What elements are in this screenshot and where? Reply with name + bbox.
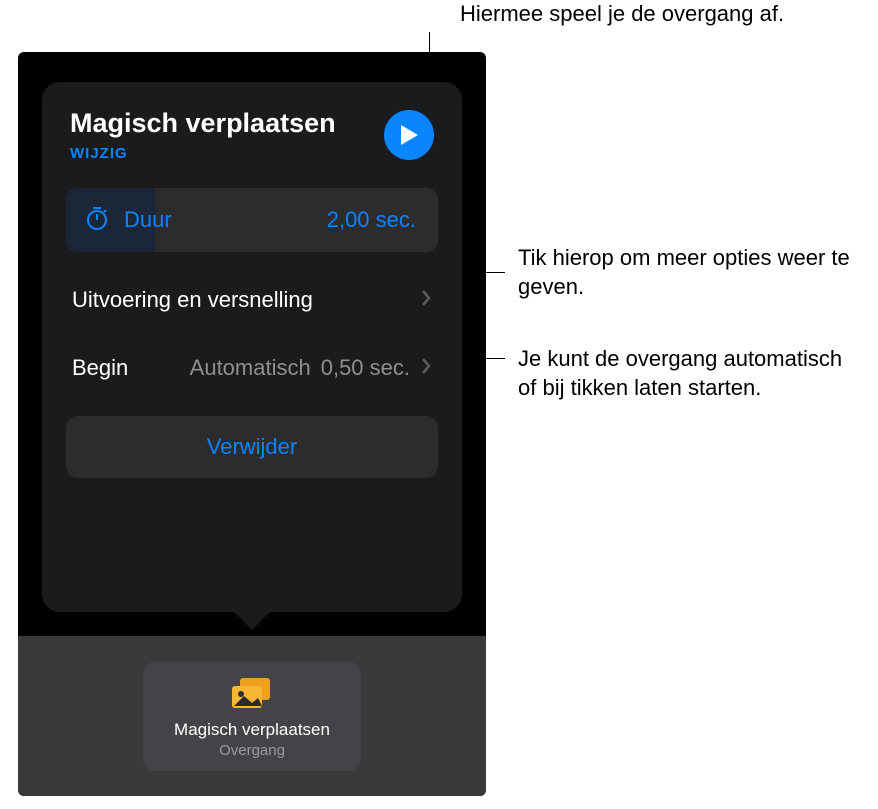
duration-value: 2,00 sec. <box>327 207 416 233</box>
performance-acceleration-row[interactable]: Uitvoering en versnelling <box>66 266 438 334</box>
transition-title: Magisch verplaatsen <box>70 108 336 139</box>
delete-button[interactable]: Verwijder <box>66 416 438 478</box>
callout-start-mode: Je kunt de overgang automatisch of bij t… <box>518 345 858 402</box>
thumbnail-subtitle: Overgang <box>153 742 351 759</box>
begin-delay: 0,50 sec. <box>321 355 410 381</box>
callout-play-transition: Hiermee speel je de overgang af. <box>460 0 784 29</box>
chevron-right-icon <box>420 287 432 313</box>
timer-icon <box>84 205 110 236</box>
edit-link[interactable]: WIJZIG <box>70 145 336 162</box>
duration-label: Duur <box>124 207 172 233</box>
transition-thumbnail[interactable]: Magisch verplaatsen Overgang <box>143 662 361 771</box>
chevron-right-icon <box>420 355 432 381</box>
photos-icon <box>153 676 351 712</box>
callout-more-options: Tik hierop om meer opties weer te geven. <box>518 244 858 301</box>
device-frame: Magisch verplaatsen WIJZIG <box>18 52 486 796</box>
transition-popover: Magisch verplaatsen WIJZIG <box>42 82 462 612</box>
begin-row[interactable]: Begin Automatisch 0,50 sec. <box>66 334 438 402</box>
begin-label: Begin <box>72 355 128 380</box>
thumbnail-title: Magisch verplaatsen <box>153 720 351 740</box>
popover-header: Magisch verplaatsen WIJZIG <box>42 108 462 180</box>
slide-navigator-bar: Magisch verplaatsen Overgang <box>18 636 486 796</box>
begin-mode: Automatisch <box>190 355 311 381</box>
play-icon <box>398 123 420 147</box>
play-button[interactable] <box>384 110 434 160</box>
performance-label: Uitvoering en versnelling <box>72 287 313 313</box>
duration-slider[interactable]: Duur 2,00 sec. <box>66 188 438 252</box>
